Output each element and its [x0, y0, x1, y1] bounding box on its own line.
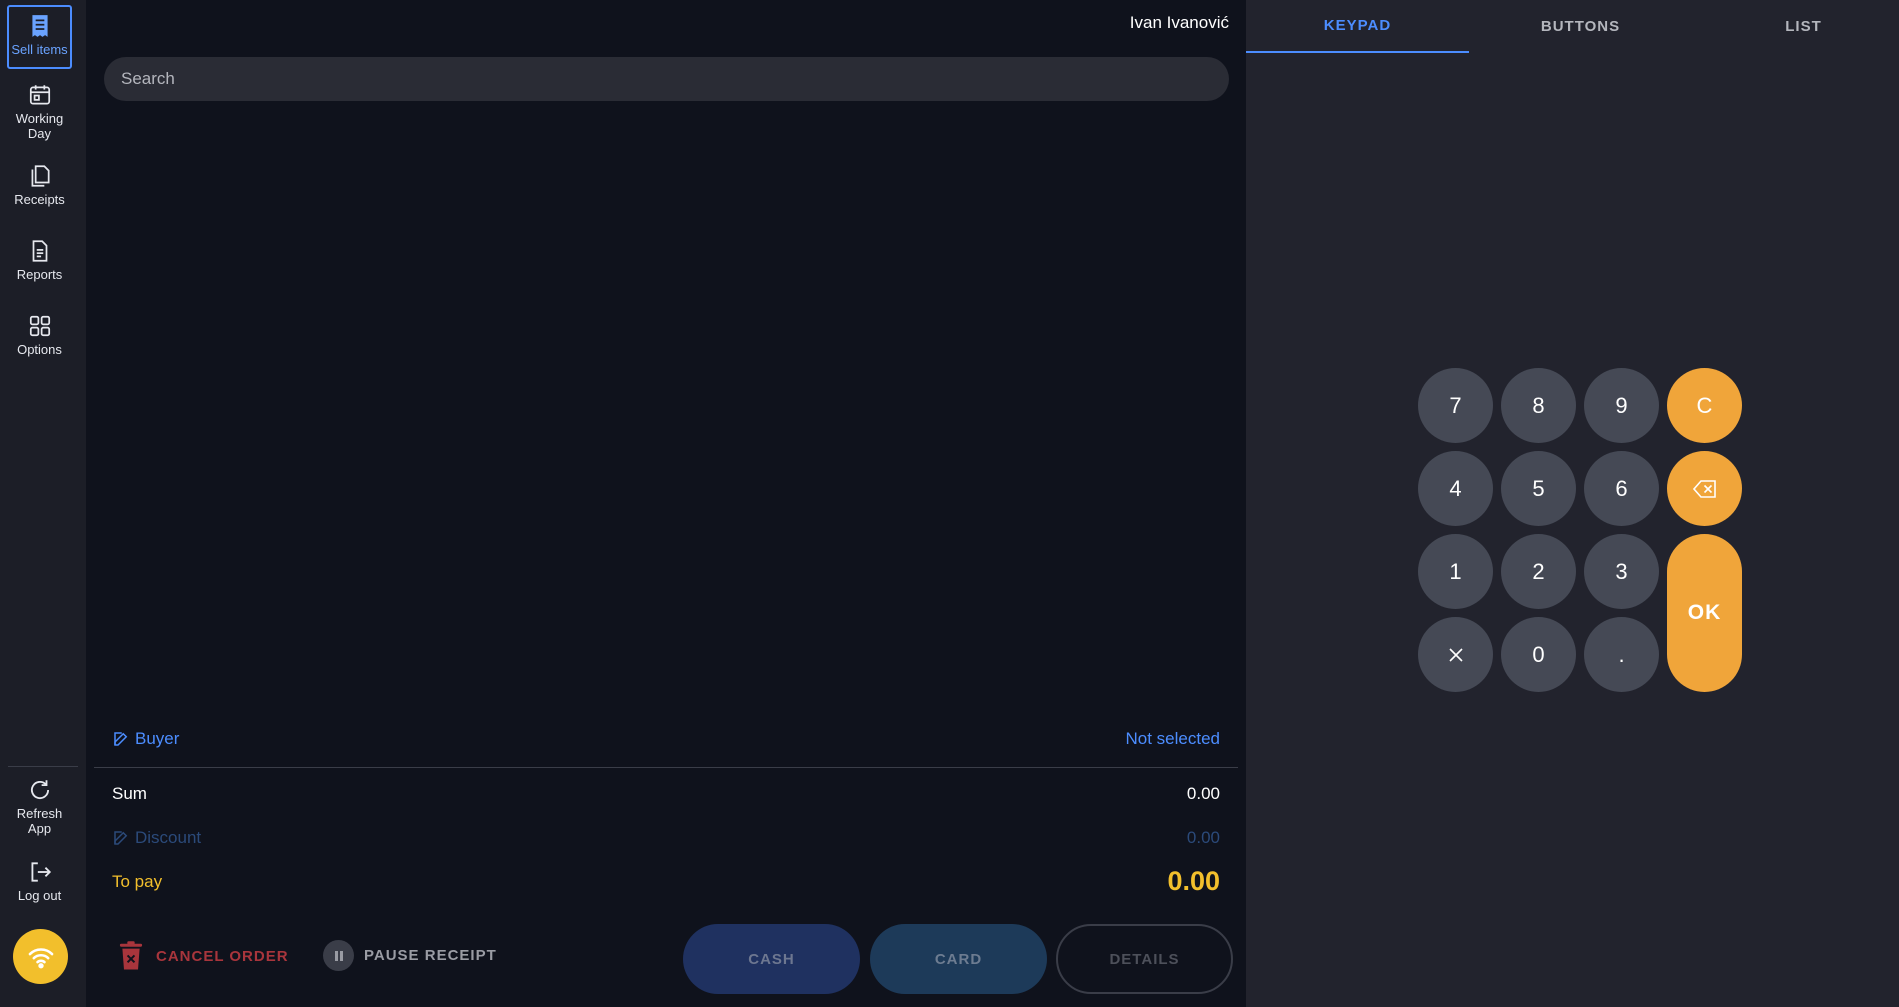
sidebar-item-label: Reports: [16, 267, 63, 282]
grid-icon: [29, 315, 50, 337]
discount-label: Discount: [135, 828, 202, 847]
buyer-value[interactable]: Not selected: [1126, 729, 1221, 749]
document-icon: [32, 240, 47, 262]
sidebar: Sell items Working Day Receipts Reports …: [0, 0, 86, 1007]
card-button[interactable]: CARD: [870, 924, 1047, 994]
user-name: Ivan Ivanović: [1129, 13, 1229, 32]
discount-row: Discount 0.00: [112, 828, 1220, 848]
key-clear[interactable]: C: [1667, 368, 1742, 443]
sidebar-item-label: Options: [17, 342, 62, 357]
buyer-row: Buyer Not selected: [112, 729, 1220, 749]
details-button[interactable]: DETAILS: [1056, 924, 1233, 994]
sum-value: 0.00: [1186, 784, 1220, 803]
discount-value: 0.00: [1186, 828, 1220, 847]
to-pay-label: To pay: [112, 871, 163, 891]
cancel-order-label: CANCEL ORDER: [156, 947, 289, 965]
to-pay-row: To pay 0.00: [112, 866, 1220, 897]
receipt-icon: [31, 15, 48, 37]
tab-list[interactable]: LIST: [1692, 0, 1899, 53]
pause-icon: [323, 940, 354, 971]
buyer-button[interactable]: Buyer: [112, 729, 179, 749]
key-0[interactable]: 0: [1501, 617, 1576, 692]
key-backspace[interactable]: [1667, 451, 1742, 526]
receipt-panel: Ivan Ivanović Buyer Not selected Sum 0.0…: [86, 0, 1246, 1007]
connection-status-button[interactable]: [13, 929, 68, 984]
key-9[interactable]: 9: [1584, 368, 1659, 443]
sidebar-item-sell-items[interactable]: Sell items: [7, 5, 72, 69]
input-panel: KEYPAD BUTTONS LIST 7 8 9 C 4 5 6 1 2 3 …: [1246, 0, 1899, 1007]
cancel-order-button[interactable]: CANCEL ORDER: [116, 940, 289, 972]
sidebar-item-receipts[interactable]: Receipts: [7, 163, 72, 207]
key-4[interactable]: 4: [1418, 451, 1493, 526]
sidebar-item-label: Working Day: [15, 111, 64, 141]
tab-buttons[interactable]: BUTTONS: [1469, 0, 1692, 53]
sum-label: Sum: [112, 784, 147, 803]
key-6[interactable]: 6: [1584, 451, 1659, 526]
pause-receipt-label: PAUSE RECEIPT: [364, 947, 497, 964]
sidebar-item-label: Log out: [17, 888, 62, 903]
buyer-label: Buyer: [135, 729, 180, 748]
sidebar-item-log-out[interactable]: Log out: [7, 859, 72, 903]
backspace-icon: [1692, 479, 1716, 498]
tab-keypad[interactable]: KEYPAD: [1246, 0, 1469, 53]
sidebar-item-label: Refresh App: [16, 806, 63, 836]
key-multiply[interactable]: [1418, 617, 1493, 692]
wifi-icon: [28, 947, 53, 968]
edit-icon: [114, 831, 128, 845]
key-7[interactable]: 7: [1418, 368, 1493, 443]
pause-receipt-button[interactable]: PAUSE RECEIPT: [323, 940, 497, 971]
sidebar-item-options[interactable]: Options: [7, 313, 72, 357]
sidebar-item-label: Receipts: [14, 192, 65, 207]
documents-icon: [31, 165, 50, 187]
refresh-icon: [30, 780, 49, 799]
sum-row: Sum 0.00: [112, 784, 1220, 804]
key-1[interactable]: 1: [1418, 534, 1493, 609]
search-input[interactable]: [104, 57, 1229, 101]
pos-app: Sell items Working Day Receipts Reports …: [0, 0, 1899, 1007]
sidebar-item-working-day[interactable]: Working Day: [7, 82, 72, 141]
key-8[interactable]: 8: [1501, 368, 1576, 443]
sidebar-item-refresh-app[interactable]: Refresh App: [7, 777, 72, 836]
cash-button[interactable]: CASH: [683, 924, 860, 994]
edit-icon: [114, 732, 128, 746]
summary-divider: [94, 767, 1238, 768]
trash-icon: [119, 941, 143, 970]
logout-icon: [30, 862, 51, 882]
key-3[interactable]: 3: [1584, 534, 1659, 609]
close-icon: [1448, 647, 1463, 662]
key-dot[interactable]: .: [1584, 617, 1659, 692]
to-pay-value: 0.00: [1167, 866, 1220, 896]
sidebar-item-reports[interactable]: Reports: [7, 238, 72, 282]
discount-button[interactable]: Discount: [112, 828, 201, 848]
key-ok[interactable]: OK: [1667, 534, 1742, 692]
key-5[interactable]: 5: [1501, 451, 1576, 526]
key-2[interactable]: 2: [1501, 534, 1576, 609]
sidebar-item-label: Sell items: [11, 42, 68, 57]
sidebar-divider: [8, 766, 78, 767]
calendar-icon: [29, 85, 50, 105]
